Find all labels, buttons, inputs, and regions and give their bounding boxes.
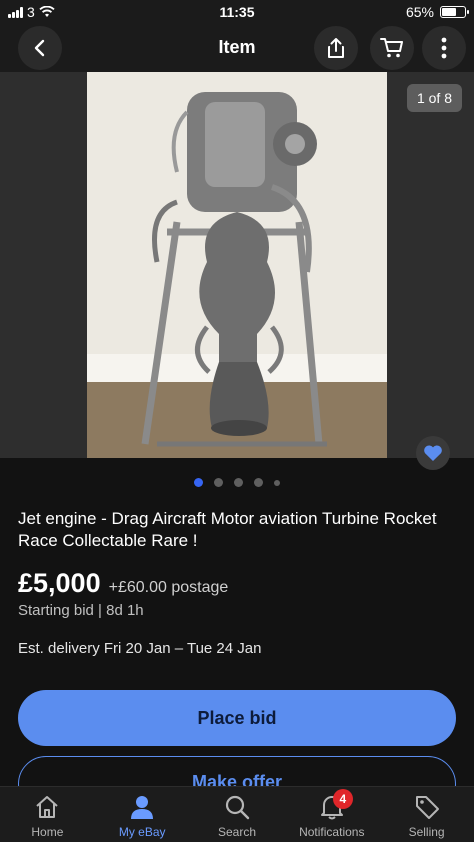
profile-icon — [127, 793, 157, 821]
bid-info: Starting bid | 8d 1h — [18, 602, 144, 619]
more-icon — [441, 37, 447, 59]
tab-notifications[interactable]: 4 Notifications — [284, 787, 379, 842]
home-icon — [32, 793, 62, 821]
pagination-dot[interactable] — [254, 478, 263, 487]
tab-search[interactable]: Search — [190, 787, 285, 842]
status-bar: 3 11:35 65% — [0, 0, 474, 24]
battery-level — [442, 8, 457, 16]
tab-label: Search — [217, 825, 256, 839]
bottom-tab-bar: Home My eBay Search 4 Notifications Sell… — [0, 786, 474, 842]
top-nav: Item — [0, 24, 474, 72]
battery-percent: 65% — [405, 4, 434, 20]
cart-icon — [380, 38, 403, 58]
tab-my-ebay[interactable]: My eBay — [95, 787, 190, 842]
tab-label: My eBay — [118, 825, 166, 839]
pagination-dot[interactable] — [274, 479, 280, 486]
tab-label: Notifications — [299, 825, 365, 839]
share-icon — [328, 38, 344, 58]
delivery-estimate: Est. delivery Fri 20 Jan – Tue 24 Jan — [18, 640, 262, 657]
image-counter: 1 of 8 — [406, 84, 462, 112]
tab-label: Home — [31, 825, 64, 839]
battery-icon — [440, 6, 469, 18]
tab-home[interactable]: Home — [0, 787, 95, 842]
status-time: 11:35 — [219, 4, 255, 20]
tag-icon — [412, 793, 442, 821]
place-bid-button[interactable]: Place bid — [18, 690, 456, 746]
watch-button[interactable] — [416, 436, 450, 470]
tab-selling[interactable]: Selling — [379, 787, 474, 842]
gallery-pagination — [0, 478, 474, 487]
price: £5,000 — [18, 568, 101, 598]
pagination-dot[interactable] — [214, 478, 223, 487]
image-gallery[interactable]: 1 of 8 — [0, 72, 474, 458]
share-button[interactable] — [314, 26, 358, 70]
pagination-dot[interactable] — [194, 478, 203, 487]
cart-button[interactable] — [370, 26, 414, 70]
tab-label: Selling — [408, 825, 445, 839]
notification-badge: 4 — [332, 789, 353, 809]
status-right: 65% — [405, 4, 469, 20]
listing-title: Jet engine - Drag Aircraft Motor aviatio… — [18, 509, 437, 550]
price-row: £5,000 +£60.00 postage — [18, 568, 228, 599]
pagination-dot[interactable] — [234, 478, 243, 487]
search-icon — [222, 793, 252, 821]
postage-cost: +£60.00 postage — [108, 579, 229, 596]
heart-icon — [424, 445, 442, 461]
item-photo[interactable] — [87, 72, 387, 458]
more-button[interactable] — [422, 26, 466, 70]
bell-icon: 4 — [317, 789, 353, 821]
